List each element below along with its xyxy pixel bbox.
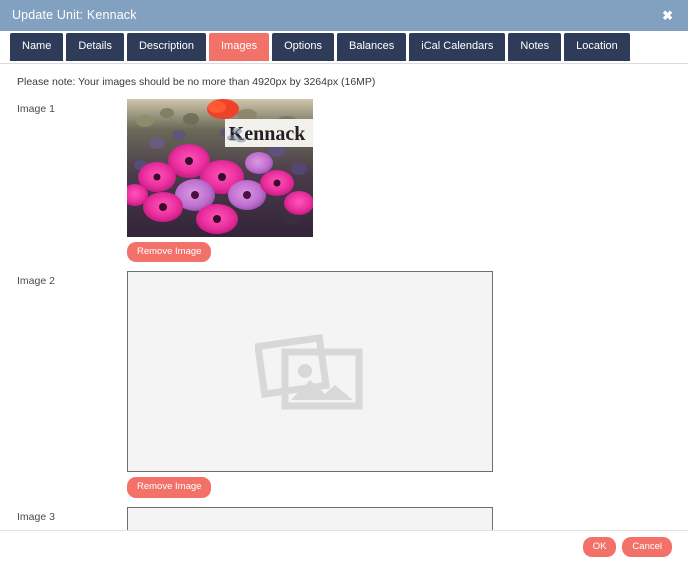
image-placeholder-icon	[255, 333, 363, 410]
update-unit-modal: Update Unit: Kennack ✖ Name Details Desc…	[0, 0, 688, 563]
close-icon[interactable]: ✖	[659, 7, 676, 24]
image-label: Image 3	[17, 510, 55, 523]
ok-button[interactable]: OK	[582, 536, 617, 558]
size-note: Please note: Your images should be no mo…	[17, 76, 376, 88]
modal-footer: OK Cancel	[0, 530, 688, 563]
modal-titlebar: Update Unit: Kennack ✖	[0, 0, 688, 31]
image-thumbnail[interactable]: Kennack	[127, 98, 313, 237]
tab-bar: Name Details Description Images Options …	[0, 31, 688, 67]
image-row: Image 1 Kennack Remove Image	[0, 98, 688, 272]
tab-name[interactable]: Name	[10, 33, 64, 61]
tab-description[interactable]: Description	[126, 33, 206, 61]
image-dropzone[interactable]	[127, 271, 493, 473]
tab-balances[interactable]: Balances	[337, 33, 407, 61]
tab-images[interactable]: Images	[209, 33, 270, 61]
images-panel[interactable]: Please note: Your images should be no mo…	[0, 67, 688, 530]
tab-ical-calendars[interactable]: iCal Calendars	[409, 33, 506, 61]
tab-details[interactable]: Details	[66, 33, 124, 61]
image-label: Image 2	[17, 275, 55, 288]
remove-image-button[interactable]: Remove Image	[127, 477, 212, 498]
image-label: Image 1	[17, 102, 55, 115]
remove-image-button[interactable]: Remove Image	[127, 241, 212, 263]
image-dropzone[interactable]	[127, 506, 493, 530]
tab-list: Name Details Description Images Options …	[10, 33, 630, 61]
cancel-button[interactable]: Cancel	[622, 536, 672, 558]
tab-bar-underline	[0, 63, 688, 64]
image-row: Image 3	[0, 506, 688, 530]
tab-location[interactable]: Location	[564, 33, 630, 61]
modal-title: Update Unit: Kennack	[12, 8, 137, 23]
tab-notes[interactable]: Notes	[508, 33, 562, 61]
tab-options[interactable]: Options	[272, 33, 334, 61]
image-row: Image 2 Remove Image	[0, 271, 688, 507]
